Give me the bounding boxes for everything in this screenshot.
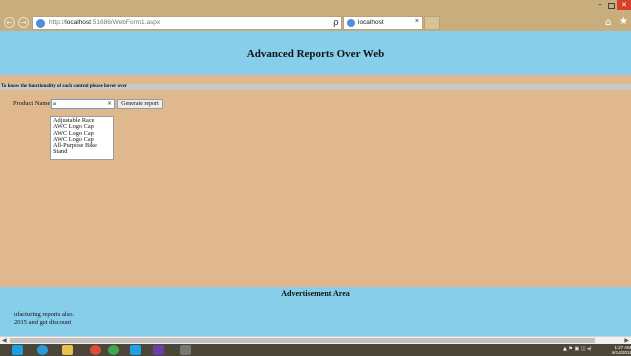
- advertisement-title: Advertisement Area: [281, 289, 350, 298]
- file-explorer-icon[interactable]: [62, 345, 73, 355]
- ad-text-line-1: ufacturing reports also.: [14, 311, 75, 318]
- home-icon[interactable]: ⌂: [605, 17, 611, 29]
- windows-start-icon[interactable]: [12, 345, 23, 355]
- address-url: http://localhost:51686/WebForm1.aspx: [49, 19, 161, 26]
- scroll-right-icon[interactable]: ▶: [624, 337, 629, 344]
- minimize-icon[interactable]: –: [598, 1, 606, 9]
- tab-title: localhost: [358, 19, 384, 26]
- ad-text-line-2: 2015 and get discount: [14, 319, 72, 326]
- horizontal-scrollbar[interactable]: ◀ ▶: [0, 336, 631, 344]
- scroll-left-icon[interactable]: ◀: [2, 337, 7, 344]
- clear-input-icon[interactable]: ×: [107, 100, 112, 108]
- product-name-input[interactable]: a: [51, 99, 115, 109]
- tool-icon[interactable]: [180, 345, 191, 355]
- arrow-right-icon: →: [20, 18, 27, 27]
- forward-button[interactable]: →: [18, 17, 29, 28]
- system-clock[interactable]: 1:27 AM 6/14/2015: [612, 345, 631, 355]
- arrow-left-icon: ←: [6, 18, 13, 27]
- windows-taskbar: ▲ ⚑ ▣ ◫ ◂) 1:27 AM 6/14/2015: [0, 344, 631, 356]
- internet-explorer-icon[interactable]: [37, 345, 48, 355]
- page-header: Advanced Reports Over Web: [0, 31, 631, 75]
- scroll-thumb[interactable]: [10, 338, 595, 343]
- autocomplete-list: Adjustable Race AWC Logo Cap AWC Logo Ca…: [50, 116, 114, 160]
- hover-hint: To know the functionality of each contro…: [1, 84, 127, 89]
- close-window-icon[interactable]: ✕: [617, 0, 631, 10]
- skype-icon[interactable]: [130, 345, 141, 355]
- product-name-label: Product Name: [13, 100, 51, 107]
- chrome-icon[interactable]: [90, 345, 101, 355]
- visual-studio-icon[interactable]: [153, 345, 164, 355]
- new-tab-button[interactable]: [424, 16, 440, 30]
- tab-close-icon[interactable]: ×: [415, 18, 419, 25]
- advertisement-area: Advertisement Area ufacturing reports al…: [0, 287, 631, 336]
- back-button[interactable]: ←: [4, 17, 15, 28]
- favorites-star-icon[interactable]: ★: [619, 16, 628, 28]
- page-favicon-icon: [36, 19, 45, 28]
- page-title: Advanced Reports Over Web: [246, 48, 385, 60]
- tab-localhost[interactable]: localhost ×: [343, 16, 423, 30]
- suggestion-item[interactable]: Stand: [53, 149, 111, 156]
- system-tray-icons[interactable]: ▲ ⚑ ▣ ◫ ◂): [563, 346, 592, 352]
- maximize-icon[interactable]: [608, 3, 615, 9]
- address-bar[interactable]: http://localhost:51686/WebForm1.aspx ρ ▾…: [32, 16, 342, 50]
- tab-favicon-icon: [347, 19, 355, 27]
- app-icon[interactable]: [108, 345, 119, 355]
- clock-date: 6/14/2015: [612, 350, 631, 355]
- browser-chrome: ← → http://localhost:51686/WebForm1.aspx…: [0, 0, 631, 50]
- generate-report-button[interactable]: Generate report: [117, 99, 163, 109]
